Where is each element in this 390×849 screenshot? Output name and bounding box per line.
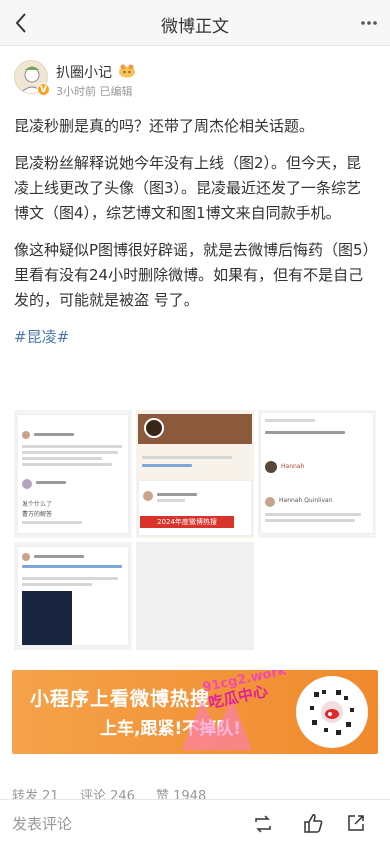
repost-count[interactable]: 转发 21 <box>12 785 59 799</box>
image-text: Hannah Quinlivan <box>279 497 333 504</box>
post-image-3[interactable]: Hannah Hannah Quinlivan <box>258 410 376 538</box>
author-name[interactable]: 扒圈小记 <box>56 62 112 82</box>
more-icon[interactable] <box>360 20 378 26</box>
page-title: 微博正文 <box>161 17 229 37</box>
post-paragraph: 昆凌秒删是真的吗？还带了周杰伦相关话题。 <box>14 117 315 135</box>
ad-banner[interactable]: 小程序上看微博热搜 上车,跟紧!不掉队! 91cg2.work 吃瓜中心 <box>12 670 378 754</box>
post-time: 3小时前 <box>56 85 96 98</box>
author-row: V 扒圈小记 3小时前 已编辑 <box>14 60 376 100</box>
post-image-1[interactable]: 发个什么了 曹万的解答 <box>14 410 132 538</box>
like-count[interactable]: 赞 1948 <box>156 785 206 799</box>
post-meta: 3小时前 已编辑 <box>56 83 133 99</box>
comment-count[interactable]: 评论 246 <box>80 785 135 799</box>
post-paragraph: 像这种疑似P图博很好辟谣，就是去微博后悔药（图5）里看有没有24小时删除微博。如… <box>14 241 371 309</box>
post-image-4[interactable] <box>14 542 132 650</box>
image-text: 曹万的解答 <box>22 511 53 518</box>
comment-input[interactable]: 发表评论 <box>12 813 72 834</box>
stats-row: 转发 21 评论 246 赞 1948 <box>0 785 390 799</box>
top-bar: 微博正文 <box>0 0 390 46</box>
verified-badge-icon: V <box>37 83 50 96</box>
qr-code-icon <box>296 676 368 748</box>
hashtag-link[interactable]: #昆凌# <box>14 325 376 350</box>
share-icon[interactable] <box>346 813 366 833</box>
image-text: Hannah <box>281 463 305 470</box>
edited-label: 已编辑 <box>99 85 133 98</box>
like-icon[interactable] <box>302 812 324 834</box>
post-image-5[interactable] <box>136 542 254 650</box>
post-paragraph: 昆凌粉丝解释说她今年没有上线（图2）。但今天，昆凌上线更改了头像（图3）。昆凌最… <box>14 154 362 222</box>
image-text: 2024年度微博热搜 <box>140 516 234 528</box>
level-badge-icon <box>119 64 135 78</box>
image-grid: 发个什么了 曹万的解答 2024年度微博热搜 Hannah Hannah Qui… <box>14 410 376 650</box>
post-content: 昆凌秒删是真的吗？还带了周杰伦相关话题。 昆凌粉丝解释说她今年没有上线（图2）。… <box>14 114 376 362</box>
image-text: 发个什么了 <box>22 501 53 508</box>
post-image-2[interactable]: 2024年度微博热搜 <box>136 410 254 538</box>
repost-icon[interactable] <box>253 814 273 834</box>
bottom-bar: 发表评论 <box>0 799 390 849</box>
